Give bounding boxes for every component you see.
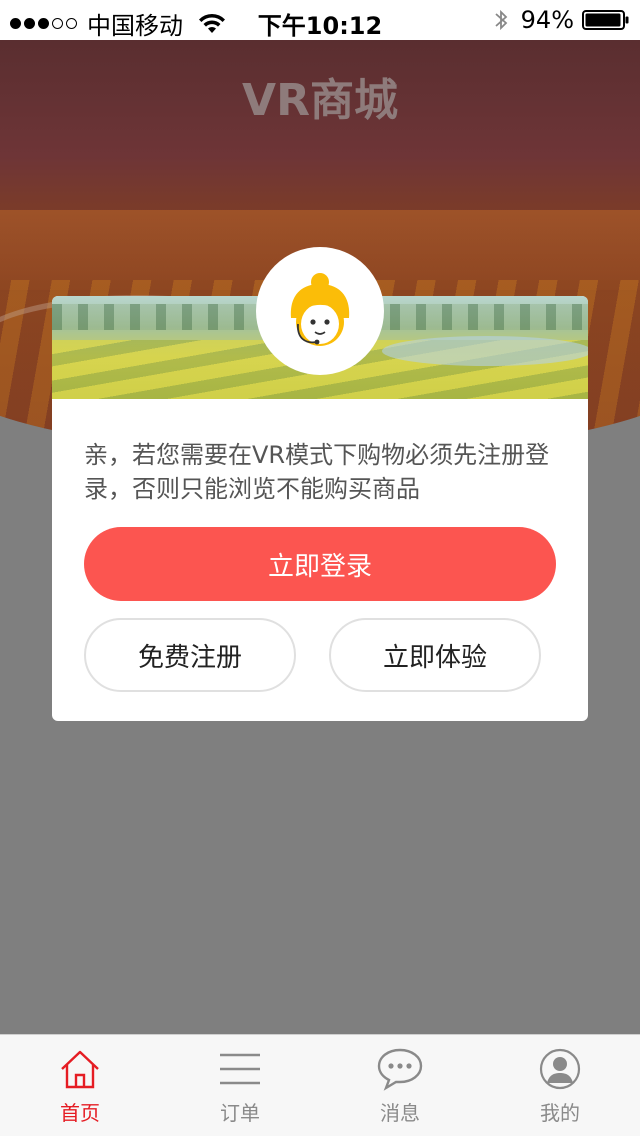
dialog-message: 亲，若您需要在VR模式下购物必须先注册登录，否则只能浏览不能购买商品: [84, 441, 550, 503]
tab-profile-label: 我的: [540, 1101, 580, 1125]
tab-orders[interactable]: 订单: [160, 1035, 320, 1136]
status-right: 94%: [493, 6, 630, 34]
try-now-button[interactable]: 立即体验: [329, 618, 541, 692]
page-title: VR商城: [242, 75, 398, 126]
tab-messages-label: 消息: [380, 1101, 420, 1125]
list-icon: [220, 1053, 260, 1085]
tab-bar: 首页 订单 消息 我的: [0, 1034, 640, 1136]
tab-orders-label: 订单: [220, 1101, 260, 1125]
tab-home[interactable]: 首页: [0, 1035, 160, 1136]
register-button[interactable]: 免费注册: [84, 618, 296, 692]
home-icon: [61, 1050, 99, 1089]
tab-profile[interactable]: 我的: [480, 1035, 640, 1136]
status-bar: 中国移动 下午10:12 94%: [0, 0, 640, 40]
profile-icon: [539, 1048, 581, 1090]
app-screen: 中国移动 下午10:12 94% VR商城 亲，若您需要在VR模式下购物必须先注…: [0, 0, 640, 1136]
bluetooth-icon: [495, 9, 507, 31]
battery-icon: [582, 10, 629, 30]
customer-service-icon: [290, 273, 350, 346]
login-button[interactable]: 立即登录: [84, 527, 556, 601]
tab-messages[interactable]: 消息: [320, 1035, 480, 1136]
tab-home-label: 首页: [60, 1101, 100, 1125]
customer-service-avatar: [256, 247, 384, 375]
chat-icon: [377, 1048, 423, 1091]
battery-percentage: 94%: [520, 6, 574, 34]
